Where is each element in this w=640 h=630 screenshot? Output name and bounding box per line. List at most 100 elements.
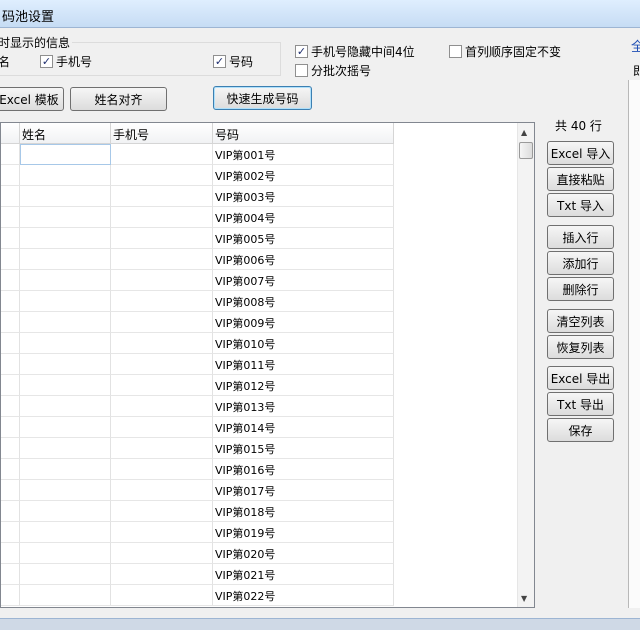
code-cell[interactable]: VIP第004号	[213, 207, 394, 228]
code-cell[interactable]: VIP第014号	[213, 417, 394, 438]
table-row[interactable]: VIP第001号	[1, 144, 394, 165]
delete-row-button[interactable]: 删除行	[547, 277, 614, 301]
name-cell[interactable]	[20, 165, 111, 186]
table-row[interactable]: VIP第010号	[1, 333, 394, 354]
phone-cell[interactable]	[111, 270, 213, 291]
row-header-cell[interactable]	[1, 417, 20, 438]
phone-cell[interactable]	[111, 543, 213, 564]
code-cell[interactable]: VIP第018号	[213, 501, 394, 522]
table-row[interactable]: VIP第016号	[1, 459, 394, 480]
row-header-cell[interactable]	[1, 333, 20, 354]
code-cell[interactable]: VIP第002号	[213, 165, 394, 186]
row-header-cell[interactable]	[1, 585, 20, 606]
row-header-cell[interactable]	[1, 354, 20, 375]
phone-cell[interactable]	[111, 585, 213, 606]
name-cell[interactable]	[20, 585, 111, 606]
phone-cell[interactable]	[111, 228, 213, 249]
name-cell[interactable]	[20, 249, 111, 270]
row-header-cell[interactable]	[1, 564, 20, 585]
quick-generate-button[interactable]: 快速生成号码	[213, 86, 312, 110]
table-row[interactable]: VIP第020号	[1, 543, 394, 564]
name-cell[interactable]	[20, 375, 111, 396]
name-cell[interactable]	[20, 228, 111, 249]
name-cell[interactable]	[20, 438, 111, 459]
table-row[interactable]: VIP第002号	[1, 165, 394, 186]
phone-cell[interactable]	[111, 333, 213, 354]
table-row[interactable]: VIP第004号	[1, 207, 394, 228]
row-header-cell[interactable]	[1, 312, 20, 333]
scroll-up-arrow-icon[interactable]: ▲	[521, 128, 527, 137]
name-cell[interactable]	[20, 522, 111, 543]
code-cell[interactable]: VIP第017号	[213, 480, 394, 501]
table-row[interactable]: VIP第018号	[1, 501, 394, 522]
phone-cell[interactable]	[111, 459, 213, 480]
code-cell[interactable]: VIP第003号	[213, 186, 394, 207]
insert-row-button[interactable]: 插入行	[547, 225, 614, 249]
name-cell[interactable]	[20, 480, 111, 501]
name-cell[interactable]	[20, 459, 111, 480]
name-cell[interactable]	[20, 207, 111, 228]
excel-template-button[interactable]: Excel 模板	[0, 87, 64, 111]
code-cell[interactable]: VIP第008号	[213, 291, 394, 312]
name-cell[interactable]	[20, 417, 111, 438]
name-cell[interactable]	[20, 543, 111, 564]
table-row[interactable]: VIP第007号	[1, 270, 394, 291]
code-cell[interactable]: VIP第010号	[213, 333, 394, 354]
save-button[interactable]: 保存	[547, 418, 614, 442]
grid-vertical-scrollbar[interactable]: ▲ ▼	[517, 123, 534, 607]
code-cell[interactable]: VIP第019号	[213, 522, 394, 543]
code-cell[interactable]: VIP第016号	[213, 459, 394, 480]
phone-cell[interactable]	[111, 480, 213, 501]
name-cell[interactable]	[20, 186, 111, 207]
table-row[interactable]: VIP第013号	[1, 396, 394, 417]
name-cell[interactable]	[20, 564, 111, 585]
table-row[interactable]: VIP第008号	[1, 291, 394, 312]
phone-cell[interactable]	[111, 501, 213, 522]
first-column-fixed-checkbox[interactable]: 首列顺序固定不变	[449, 43, 561, 60]
row-header-cell[interactable]	[1, 186, 20, 207]
phone-cell[interactable]	[111, 564, 213, 585]
name-cell[interactable]	[20, 312, 111, 333]
row-header-cell[interactable]	[1, 396, 20, 417]
phone-cell[interactable]	[111, 165, 213, 186]
phone-cell[interactable]	[111, 522, 213, 543]
phone-cell[interactable]	[111, 291, 213, 312]
name-align-button[interactable]: 姓名对齐	[70, 87, 167, 111]
row-header-cell[interactable]	[1, 228, 20, 249]
row-header-cell[interactable]	[1, 480, 20, 501]
phone-cell[interactable]	[111, 354, 213, 375]
row-header-cell[interactable]	[1, 459, 20, 480]
row-header-cell[interactable]	[1, 165, 20, 186]
name-cell[interactable]	[20, 354, 111, 375]
phone-cell[interactable]	[111, 396, 213, 417]
code-cell[interactable]: VIP第022号	[213, 585, 394, 606]
name-cell[interactable]	[20, 270, 111, 291]
row-header-cell[interactable]	[1, 144, 20, 165]
row-header-cell[interactable]	[1, 291, 20, 312]
code-pool-grid[interactable]: 姓名 手机号 号码 VIP第001号 VIP第002号 VIP第003号 VIP第00…	[0, 122, 535, 608]
excel-export-button[interactable]: Excel 导出	[547, 366, 614, 390]
row-header-cell[interactable]	[1, 249, 20, 270]
code-cell[interactable]: VIP第007号	[213, 270, 394, 291]
column-header-code[interactable]: 号码	[213, 123, 394, 144]
code-cell[interactable]: VIP第009号	[213, 312, 394, 333]
code-cell[interactable]: VIP第005号	[213, 228, 394, 249]
code-cell[interactable]: VIP第006号	[213, 249, 394, 270]
code-cell[interactable]: VIP第011号	[213, 354, 394, 375]
name-cell[interactable]	[20, 396, 111, 417]
phone-cell[interactable]	[111, 249, 213, 270]
code-cell[interactable]: VIP第015号	[213, 438, 394, 459]
name-cell[interactable]	[20, 291, 111, 312]
table-row[interactable]: VIP第021号	[1, 564, 394, 585]
column-header-phone[interactable]: 手机号	[111, 123, 213, 144]
phone-cell[interactable]	[111, 438, 213, 459]
code-cell[interactable]: VIP第013号	[213, 396, 394, 417]
table-row[interactable]: VIP第012号	[1, 375, 394, 396]
scroll-down-arrow-icon[interactable]: ▼	[521, 594, 527, 603]
code-cell[interactable]: VIP第020号	[213, 543, 394, 564]
row-header-cell[interactable]	[1, 207, 20, 228]
row-header-cell[interactable]	[1, 501, 20, 522]
scroll-thumb[interactable]	[519, 142, 533, 159]
code-cell[interactable]: VIP第021号	[213, 564, 394, 585]
phone-cell[interactable]	[111, 186, 213, 207]
